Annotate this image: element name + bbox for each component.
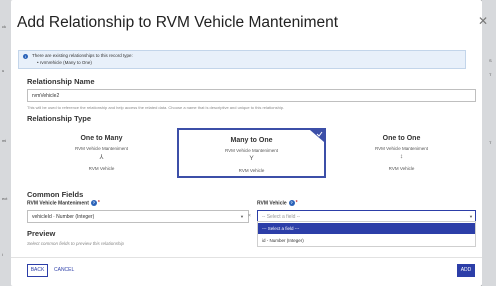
add-button[interactable]: ADD	[457, 264, 475, 277]
card-to-label: RVM Vehicle	[88, 166, 115, 171]
card-title: Many to One	[230, 137, 273, 144]
relationship-name-help: This will be used to reference the relat…	[27, 105, 285, 110]
one-to-many-icon: ⅄	[99, 154, 104, 161]
left-field-label-text: RVM Vehicle Manteniment	[27, 200, 89, 207]
card-from-label: RVM Vehicle Manteniment	[225, 148, 278, 153]
background-text: ck	[2, 24, 6, 29]
cancel-button[interactable]: CANCEL	[54, 267, 74, 273]
footer-divider	[11, 257, 482, 258]
right-field-label-text: RVM Vehicle	[257, 200, 287, 207]
background-text: ect	[2, 196, 8, 201]
dropdown-option[interactable]: id - Number (Integer)	[258, 235, 475, 246]
card-title: One to Many	[80, 135, 123, 142]
card-many-to-one[interactable]: Many to One RVM Vehicle Manteniment Y RV…	[177, 128, 326, 178]
preview-heading: Preview	[27, 229, 56, 238]
close-icon[interactable]: ✕	[478, 14, 488, 28]
selected-check-icon	[310, 130, 324, 142]
dropdown-option[interactable]: --- Select a field ---	[258, 223, 475, 234]
card-title: One to One	[382, 135, 421, 142]
info-icon: i	[23, 54, 28, 59]
many-to-one-icon: Y	[249, 155, 254, 162]
back-button[interactable]: BACK	[27, 264, 48, 277]
clear-icon[interactable]: ×	[248, 213, 251, 219]
dialog-title: Add Relationship to RVM Vehicle Mantenim…	[17, 14, 339, 31]
chevron-down-icon: ▼	[469, 214, 473, 219]
one-to-one-icon: ↕	[399, 153, 404, 160]
info-banner-bullet: • rvmVehicle (Many to One)	[37, 60, 92, 65]
card-one-to-one[interactable]: One to One RVM Vehicle Manteniment ↕ RVM…	[327, 128, 476, 178]
info-banner-text: There are existing relationships to this…	[32, 53, 133, 58]
right-field-label: RVM Vehicle? *	[257, 200, 298, 206]
preview-placeholder: Select common fields to preview this rel…	[27, 241, 125, 246]
background-text: i	[2, 252, 3, 257]
info-banner: i There are existing relationships to th…	[18, 50, 466, 69]
background-text: mi	[2, 138, 7, 143]
left-field-select[interactable]: vehicleId · Number (Integer)	[27, 210, 249, 223]
relationship-name-heading: Relationship Name	[27, 77, 95, 86]
help-icon[interactable]: ?	[90, 200, 97, 206]
card-to-label: RVM Vehicle	[238, 168, 265, 173]
required-marker: *	[97, 200, 100, 207]
right-field-dropdown: --- Select a field --- id - Number (Inte…	[257, 221, 476, 247]
card-from-label: RVM Vehicle Manteniment	[375, 146, 428, 151]
help-icon[interactable]: ?	[288, 200, 295, 206]
left-field-label: RVM Vehicle Manteniment? *	[27, 200, 100, 206]
common-fields-heading: Common Fields	[27, 190, 84, 199]
background-text: T	[489, 72, 492, 77]
card-one-to-many[interactable]: One to Many RVM Vehicle Manteniment ⅄ RV…	[27, 128, 176, 178]
card-from-label: RVM Vehicle Manteniment	[75, 146, 128, 151]
background-text: T	[489, 140, 492, 145]
required-marker: *	[295, 200, 298, 207]
card-to-label: RVM Vehicle	[388, 166, 415, 171]
relationship-name-input[interactable]: rvmVehicle2	[27, 89, 476, 102]
background-text: u	[2, 68, 5, 73]
relationship-type-heading: Relationship Type	[27, 114, 92, 123]
background-text: S	[489, 58, 492, 63]
chevron-down-icon: ▼	[240, 214, 244, 219]
